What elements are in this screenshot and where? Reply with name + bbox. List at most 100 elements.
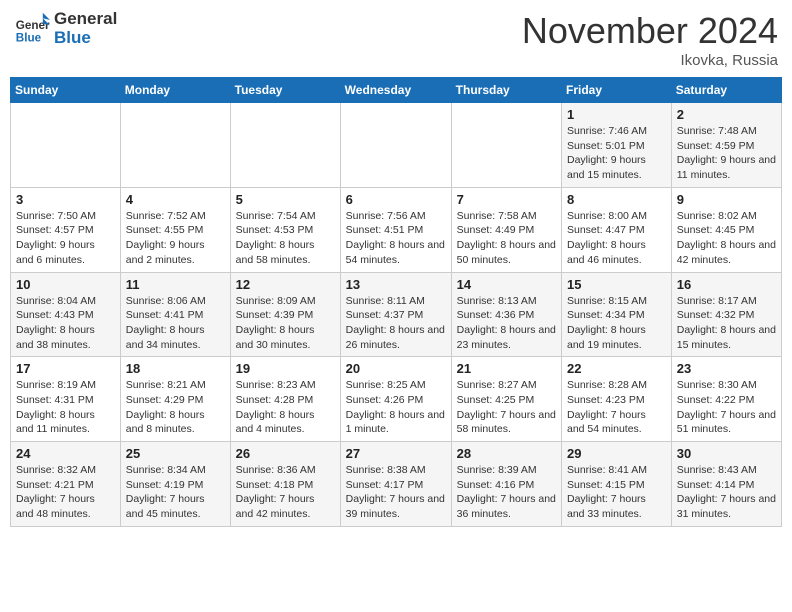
day-info: Sunrise: 7:50 AM Sunset: 4:57 PM Dayligh… bbox=[16, 209, 115, 268]
day-number: 3 bbox=[16, 192, 115, 207]
day-number: 12 bbox=[236, 277, 335, 292]
calendar-cell: 22Sunrise: 8:28 AM Sunset: 4:23 PM Dayli… bbox=[562, 357, 672, 442]
calendar-body: 1 Sunrise: 7:46 AM Sunset: 5:01 PM Daylig… bbox=[11, 103, 782, 527]
day-number: 19 bbox=[236, 361, 335, 376]
calendar-cell: 21 Sunrise: 8:27 AM Sunset: 4:25 PM Dayli… bbox=[451, 357, 561, 442]
calendar-cell: 4Sunrise: 7:52 AM Sunset: 4:55 PM Daylig… bbox=[120, 187, 230, 272]
day-info: Sunrise: 8:39 AM Sunset: 4:16 PM Dayligh… bbox=[457, 463, 556, 522]
day-info: Sunrise: 8:27 AM Sunset: 4:25 PM Dayligh… bbox=[457, 378, 556, 437]
day-number: 14 bbox=[457, 277, 556, 292]
logo: General Blue General Blue bbox=[14, 10, 117, 47]
day-info: Sunrise: 7:52 AM Sunset: 4:55 PM Dayligh… bbox=[126, 209, 225, 268]
day-info: Sunrise: 8:17 AM Sunset: 4:32 PM Dayligh… bbox=[677, 294, 776, 353]
calendar-cell: 20Sunrise: 8:25 AM Sunset: 4:26 PM Dayli… bbox=[340, 357, 451, 442]
calendar-cell: 2 Sunrise: 7:48 AM Sunset: 4:59 PM Daylig… bbox=[671, 103, 781, 188]
day-number: 29 bbox=[567, 446, 666, 461]
day-info: Sunrise: 8:43 AM Sunset: 4:14 PM Dayligh… bbox=[677, 463, 776, 522]
logo-icon: General Blue bbox=[14, 11, 50, 47]
calendar-week-1: 1 Sunrise: 7:46 AM Sunset: 5:01 PM Daylig… bbox=[11, 103, 782, 188]
weekday-header-row: SundayMondayTuesdayWednesdayThursdayFrid… bbox=[11, 78, 782, 103]
day-info: Sunrise: 8:02 AM Sunset: 4:45 PM Dayligh… bbox=[677, 209, 776, 268]
calendar-cell: 11 Sunrise: 8:06 AM Sunset: 4:41 PM Dayli… bbox=[120, 272, 230, 357]
day-number: 10 bbox=[16, 277, 115, 292]
weekday-header-friday: Friday bbox=[562, 78, 672, 103]
day-number: 16 bbox=[677, 277, 776, 292]
calendar-cell: 29 Sunrise: 8:41 AM Sunset: 4:15 PM Dayli… bbox=[562, 442, 672, 527]
calendar-cell: 25 Sunrise: 8:34 AM Sunset: 4:19 PM Dayli… bbox=[120, 442, 230, 527]
day-number: 9 bbox=[677, 192, 776, 207]
calendar-cell: 28Sunrise: 8:39 AM Sunset: 4:16 PM Dayli… bbox=[451, 442, 561, 527]
day-info: Sunrise: 8:06 AM Sunset: 4:41 PM Dayligh… bbox=[126, 294, 225, 353]
calendar-table: SundayMondayTuesdayWednesdayThursdayFrid… bbox=[10, 77, 782, 527]
day-number: 27 bbox=[346, 446, 446, 461]
calendar-cell: 8Sunrise: 8:00 AM Sunset: 4:47 PM Daylig… bbox=[562, 187, 672, 272]
calendar-cell: 27Sunrise: 8:38 AM Sunset: 4:17 PM Dayli… bbox=[340, 442, 451, 527]
day-number: 6 bbox=[346, 192, 446, 207]
calendar-cell: 17 Sunrise: 8:19 AM Sunset: 4:31 PM Dayli… bbox=[11, 357, 121, 442]
day-info: Sunrise: 8:19 AM Sunset: 4:31 PM Dayligh… bbox=[16, 378, 115, 437]
calendar-cell: 15 Sunrise: 8:15 AM Sunset: 4:34 PM Dayli… bbox=[562, 272, 672, 357]
day-info: Sunrise: 8:15 AM Sunset: 4:34 PM Dayligh… bbox=[567, 294, 666, 353]
calendar-cell: 26Sunrise: 8:36 AM Sunset: 4:18 PM Dayli… bbox=[230, 442, 340, 527]
calendar-cell bbox=[340, 103, 451, 188]
day-info: Sunrise: 7:46 AM Sunset: 5:01 PM Dayligh… bbox=[567, 124, 666, 183]
day-number: 25 bbox=[126, 446, 225, 461]
calendar-cell: 9 Sunrise: 8:02 AM Sunset: 4:45 PM Daylig… bbox=[671, 187, 781, 272]
day-number: 7 bbox=[457, 192, 556, 207]
month-title: November 2024 bbox=[522, 10, 778, 52]
day-info: Sunrise: 7:58 AM Sunset: 4:49 PM Dayligh… bbox=[457, 209, 556, 268]
day-info: Sunrise: 8:23 AM Sunset: 4:28 PM Dayligh… bbox=[236, 378, 335, 437]
day-number: 15 bbox=[567, 277, 666, 292]
calendar-cell: 16 Sunrise: 8:17 AM Sunset: 4:32 PM Dayli… bbox=[671, 272, 781, 357]
calendar-cell: 12 Sunrise: 8:09 AM Sunset: 4:39 PM Dayli… bbox=[230, 272, 340, 357]
calendar-cell: 3 Sunrise: 7:50 AM Sunset: 4:57 PM Daylig… bbox=[11, 187, 121, 272]
calendar-cell: 14 Sunrise: 8:13 AM Sunset: 4:36 PM Dayli… bbox=[451, 272, 561, 357]
day-number: 8 bbox=[567, 192, 666, 207]
day-info: Sunrise: 8:09 AM Sunset: 4:39 PM Dayligh… bbox=[236, 294, 335, 353]
title-block: November 2024 Ikovka, Russia bbox=[522, 10, 778, 69]
day-number: 13 bbox=[346, 277, 446, 292]
day-info: Sunrise: 8:21 AM Sunset: 4:29 PM Dayligh… bbox=[126, 378, 225, 437]
day-info: Sunrise: 7:56 AM Sunset: 4:51 PM Dayligh… bbox=[346, 209, 446, 268]
calendar-header: SundayMondayTuesdayWednesdayThursdayFrid… bbox=[11, 78, 782, 103]
day-number: 22 bbox=[567, 361, 666, 376]
day-info: Sunrise: 7:48 AM Sunset: 4:59 PM Dayligh… bbox=[677, 124, 776, 183]
calendar-week-3: 10Sunrise: 8:04 AM Sunset: 4:43 PM Dayli… bbox=[11, 272, 782, 357]
day-info: Sunrise: 8:34 AM Sunset: 4:19 PM Dayligh… bbox=[126, 463, 225, 522]
day-info: Sunrise: 8:11 AM Sunset: 4:37 PM Dayligh… bbox=[346, 294, 446, 353]
day-number: 23 bbox=[677, 361, 776, 376]
day-info: Sunrise: 8:30 AM Sunset: 4:22 PM Dayligh… bbox=[677, 378, 776, 437]
calendar-cell: 30Sunrise: 8:43 AM Sunset: 4:14 PM Dayli… bbox=[671, 442, 781, 527]
page-header: General Blue General Blue November 2024 … bbox=[10, 10, 782, 69]
calendar-cell: 5 Sunrise: 7:54 AM Sunset: 4:53 PM Daylig… bbox=[230, 187, 340, 272]
calendar-cell bbox=[11, 103, 121, 188]
day-info: Sunrise: 7:54 AM Sunset: 4:53 PM Dayligh… bbox=[236, 209, 335, 268]
day-number: 11 bbox=[126, 277, 225, 292]
calendar-cell: 7 Sunrise: 7:58 AM Sunset: 4:49 PM Daylig… bbox=[451, 187, 561, 272]
calendar-cell: 24 Sunrise: 8:32 AM Sunset: 4:21 PM Dayli… bbox=[11, 442, 121, 527]
day-number: 20 bbox=[346, 361, 446, 376]
day-number: 2 bbox=[677, 107, 776, 122]
day-info: Sunrise: 8:36 AM Sunset: 4:18 PM Dayligh… bbox=[236, 463, 335, 522]
day-info: Sunrise: 8:41 AM Sunset: 4:15 PM Dayligh… bbox=[567, 463, 666, 522]
day-number: 18 bbox=[126, 361, 225, 376]
weekday-header-thursday: Thursday bbox=[451, 78, 561, 103]
calendar-week-2: 3 Sunrise: 7:50 AM Sunset: 4:57 PM Daylig… bbox=[11, 187, 782, 272]
calendar-cell: 10Sunrise: 8:04 AM Sunset: 4:43 PM Dayli… bbox=[11, 272, 121, 357]
weekday-header-tuesday: Tuesday bbox=[230, 78, 340, 103]
calendar-week-4: 17 Sunrise: 8:19 AM Sunset: 4:31 PM Dayli… bbox=[11, 357, 782, 442]
day-number: 17 bbox=[16, 361, 115, 376]
weekday-header-monday: Monday bbox=[120, 78, 230, 103]
location: Ikovka, Russia bbox=[522, 52, 778, 69]
day-info: Sunrise: 8:13 AM Sunset: 4:36 PM Dayligh… bbox=[457, 294, 556, 353]
day-number: 21 bbox=[457, 361, 556, 376]
calendar-cell: 19 Sunrise: 8:23 AM Sunset: 4:28 PM Dayli… bbox=[230, 357, 340, 442]
calendar-cell: 23 Sunrise: 8:30 AM Sunset: 4:22 PM Dayli… bbox=[671, 357, 781, 442]
day-number: 5 bbox=[236, 192, 335, 207]
day-number: 1 bbox=[567, 107, 666, 122]
svg-text:Blue: Blue bbox=[16, 31, 42, 44]
day-info: Sunrise: 8:32 AM Sunset: 4:21 PM Dayligh… bbox=[16, 463, 115, 522]
calendar-cell: 1 Sunrise: 7:46 AM Sunset: 5:01 PM Daylig… bbox=[562, 103, 672, 188]
weekday-header-saturday: Saturday bbox=[671, 78, 781, 103]
day-number: 24 bbox=[16, 446, 115, 461]
